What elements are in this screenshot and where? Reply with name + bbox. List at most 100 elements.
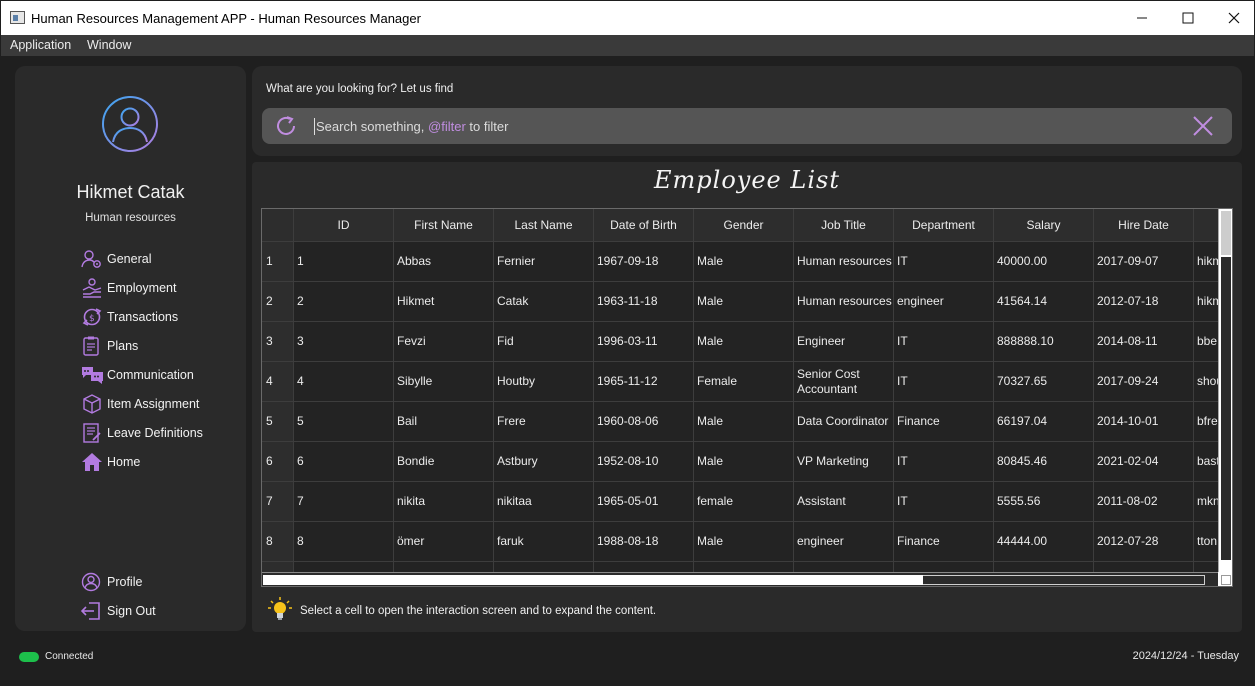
table-cell[interactable]: 44444.00 bbox=[994, 522, 1094, 562]
table-cell[interactable]: 40000.00 bbox=[994, 242, 1094, 282]
table-cell[interactable]: IT bbox=[894, 442, 994, 482]
table-cell[interactable]: 1 bbox=[294, 242, 394, 282]
table-cell[interactable]: Astbury bbox=[494, 442, 594, 482]
table-cell[interactable]: Hikmet bbox=[394, 282, 494, 322]
column-header[interactable]: First Name bbox=[394, 209, 494, 242]
column-header[interactable]: Gender bbox=[694, 209, 794, 242]
sidebar-item-profile[interactable]: Profile bbox=[81, 567, 156, 596]
table-cell[interactable]: IT bbox=[894, 482, 994, 522]
table-cell[interactable]: 2011-08-02 bbox=[1094, 482, 1194, 522]
table-cell[interactable]: 2017-09-24 bbox=[1094, 362, 1194, 402]
table-cell[interactable]: 1960-08-06 bbox=[594, 402, 694, 442]
column-header[interactable]: Salary bbox=[994, 209, 1094, 242]
table-cell[interactable]: faruk bbox=[494, 522, 594, 562]
table-cell[interactable]: Fid bbox=[494, 322, 594, 362]
column-header[interactable]: ID bbox=[294, 209, 394, 242]
table-cell[interactable]: IT bbox=[894, 362, 994, 402]
table-cell[interactable]: nikitaa bbox=[494, 482, 594, 522]
table-cell[interactable]: 2021-02-04 bbox=[1094, 442, 1194, 482]
row-header[interactable]: 3 bbox=[262, 322, 294, 362]
table-cell[interactable]: 5 bbox=[294, 402, 394, 442]
column-header[interactable]: Date of Birth bbox=[594, 209, 694, 242]
table-cell[interactable]: IT bbox=[894, 242, 994, 282]
table-cell[interactable]: Engineer bbox=[794, 322, 894, 362]
table-cell[interactable]: VP Marketing bbox=[794, 442, 894, 482]
table-cell[interactable]: 1996-03-11 bbox=[594, 322, 694, 362]
table-cell[interactable]: 2012-07-18 bbox=[1094, 282, 1194, 322]
sidebar-item-employment[interactable]: Employment bbox=[81, 273, 203, 302]
table-cell[interactable]: Human resources bbox=[794, 242, 894, 282]
table-cell[interactable]: Female bbox=[694, 362, 794, 402]
table-cell[interactable]: 1952-08-10 bbox=[594, 442, 694, 482]
table-cell[interactable]: ömer bbox=[394, 522, 494, 562]
table-cell[interactable]: 80845.46 bbox=[994, 442, 1094, 482]
table-cell[interactable]: 1965-11-12 bbox=[594, 362, 694, 402]
table-cell[interactable]: female bbox=[694, 482, 794, 522]
table-cell[interactable]: 5555.56 bbox=[994, 482, 1094, 522]
table-cell[interactable]: Finance bbox=[894, 522, 994, 562]
sidebar-item-communication[interactable]: Communication bbox=[81, 360, 203, 389]
table-cell[interactable]: Human resources bbox=[794, 282, 894, 322]
horizontal-scroll-thumb[interactable] bbox=[263, 575, 923, 585]
table-cell[interactable]: Bondie bbox=[394, 442, 494, 482]
row-header[interactable]: 4 bbox=[262, 362, 294, 402]
table-cell[interactable]: Male bbox=[694, 242, 794, 282]
sidebar-item-leave-definitions[interactable]: Leave Definitions bbox=[81, 418, 203, 447]
table-cell[interactable]: Catak bbox=[494, 282, 594, 322]
table-cell[interactable]: Male bbox=[694, 442, 794, 482]
search-input[interactable]: Search something, @filter to filter bbox=[262, 108, 1232, 144]
table-cell[interactable]: 8 bbox=[294, 522, 394, 562]
table-cell[interactable]: 3 bbox=[294, 322, 394, 362]
sidebar-item-item-assignment[interactable]: Item Assignment bbox=[81, 389, 203, 418]
column-header[interactable]: Hire Date bbox=[1094, 209, 1194, 242]
table-cell[interactable]: Abbas bbox=[394, 242, 494, 282]
row-header[interactable]: 5 bbox=[262, 402, 294, 442]
table-cell[interactable]: Bail bbox=[394, 402, 494, 442]
table-cell[interactable]: Frere bbox=[494, 402, 594, 442]
refresh-icon[interactable] bbox=[276, 116, 298, 139]
row-header[interactable]: 8 bbox=[262, 522, 294, 562]
horizontal-scrollbar[interactable] bbox=[262, 572, 1218, 586]
table-cell[interactable]: 1988-08-18 bbox=[594, 522, 694, 562]
close-button[interactable] bbox=[1211, 1, 1255, 35]
table-cell[interactable]: IT bbox=[894, 322, 994, 362]
menu-application[interactable]: Application bbox=[10, 38, 71, 52]
table-cell[interactable]: 2 bbox=[294, 282, 394, 322]
clear-search-icon[interactable] bbox=[1192, 115, 1214, 140]
sidebar-item-transactions[interactable]: $ Transactions bbox=[81, 302, 203, 331]
column-header[interactable]: Last Name bbox=[494, 209, 594, 242]
table-cell[interactable]: engineer bbox=[794, 522, 894, 562]
table-cell[interactable]: Male bbox=[694, 522, 794, 562]
maximize-button[interactable] bbox=[1165, 1, 1211, 35]
horizontal-scroll-track[interactable] bbox=[923, 575, 1205, 585]
table-cell[interactable]: 2017-09-07 bbox=[1094, 242, 1194, 282]
row-header[interactable]: 1 bbox=[262, 242, 294, 282]
sidebar-item-plans[interactable]: Plans bbox=[81, 331, 203, 360]
table-cell[interactable]: Fernier bbox=[494, 242, 594, 282]
table-cell[interactable]: Assistant bbox=[794, 482, 894, 522]
table-cell[interactable]: Senior Cost Accountant bbox=[794, 362, 894, 402]
table-cell[interactable]: 888888.10 bbox=[994, 322, 1094, 362]
table-cell[interactable]: engineer bbox=[894, 282, 994, 322]
table-cell[interactable]: 4 bbox=[294, 362, 394, 402]
table-cell[interactable]: 1967-09-18 bbox=[594, 242, 694, 282]
row-header[interactable]: 7 bbox=[262, 482, 294, 522]
menu-window[interactable]: Window bbox=[87, 38, 131, 52]
row-header[interactable]: 2 bbox=[262, 282, 294, 322]
sidebar-item-sign-out[interactable]: Sign Out bbox=[81, 596, 156, 625]
table-cell[interactable]: 66197.04 bbox=[994, 402, 1094, 442]
table-cell[interactable]: 2012-07-28 bbox=[1094, 522, 1194, 562]
table-cell[interactable]: Male bbox=[694, 322, 794, 362]
table-cell[interactable]: Male bbox=[694, 282, 794, 322]
table-cell[interactable]: Finance bbox=[894, 402, 994, 442]
table-cell[interactable]: 2014-08-11 bbox=[1094, 322, 1194, 362]
table-cell[interactable]: Data Coordinator bbox=[794, 402, 894, 442]
table-cell[interactable]: 70327.65 bbox=[994, 362, 1094, 402]
table-cell[interactable]: 7 bbox=[294, 482, 394, 522]
table-cell[interactable]: Fevzi bbox=[394, 322, 494, 362]
table-cell[interactable]: Houtby bbox=[494, 362, 594, 402]
table-cell[interactable]: 1965-05-01 bbox=[594, 482, 694, 522]
table-cell[interactable]: Male bbox=[694, 402, 794, 442]
table-cell[interactable]: Sibylle bbox=[394, 362, 494, 402]
sidebar-item-home[interactable]: Home bbox=[81, 447, 203, 476]
